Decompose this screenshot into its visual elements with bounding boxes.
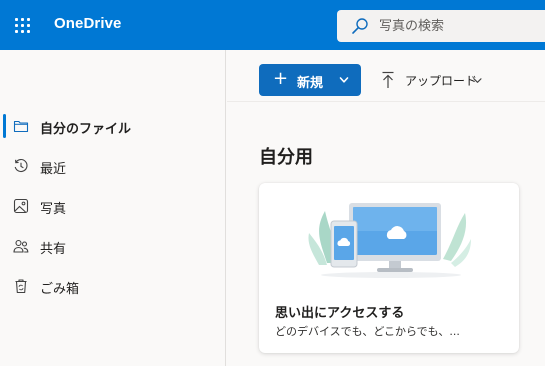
upload-button-label: アップロード bbox=[405, 74, 478, 88]
new-button-label: 新規 bbox=[297, 76, 324, 91]
card-title: 思い出にアクセスする bbox=[275, 306, 405, 321]
sidebar-item-my-files[interactable]: 自分のファイル bbox=[0, 111, 226, 141]
search-box[interactable] bbox=[337, 10, 545, 42]
sidebar-item-label: 最近 bbox=[40, 162, 67, 177]
app-title[interactable]: OneDrive bbox=[54, 15, 122, 32]
people-icon bbox=[13, 239, 29, 253]
app-launcher-icon[interactable] bbox=[10, 13, 34, 37]
chevron-down-icon bbox=[339, 77, 349, 83]
chevron-down-icon bbox=[473, 78, 482, 83]
sidebar-item-recycle-bin[interactable]: ごみ箱 bbox=[0, 271, 226, 301]
upload-icon bbox=[382, 71, 394, 88]
command-bar: + 新規 アップロード bbox=[227, 50, 545, 102]
sidebar-item-photos[interactable]: 写真 bbox=[0, 191, 226, 221]
top-bar: OneDrive bbox=[0, 0, 545, 50]
left-navigation: 自分のファイル 最近 写真 共有 ごみ箱 bbox=[0, 50, 226, 366]
main-content: + 新規 アップロード 自分用 思い出にアクセスする どのデバイスでも、どこから… bbox=[227, 50, 545, 366]
sidebar-item-recent[interactable]: 最近 bbox=[0, 151, 226, 181]
memories-card[interactable]: 思い出にアクセスする どのデバイスでも、どこからでも、... bbox=[259, 183, 519, 353]
search-input[interactable] bbox=[379, 10, 539, 42]
recycle-bin-icon bbox=[15, 279, 27, 294]
devices-illustration bbox=[308, 203, 471, 278]
card-subtitle: どのデバイスでも、どこからでも、... bbox=[275, 325, 460, 338]
sidebar-item-label: 共有 bbox=[40, 242, 67, 257]
plus-icon: + bbox=[273, 68, 289, 89]
sidebar-item-label: 写真 bbox=[40, 202, 67, 217]
section-title: 自分用 bbox=[259, 147, 313, 168]
search-icon bbox=[352, 18, 368, 34]
history-icon bbox=[14, 158, 28, 173]
photo-icon bbox=[13, 198, 29, 214]
sidebar-item-label: 自分のファイル bbox=[40, 122, 132, 137]
selection-indicator bbox=[3, 114, 6, 138]
new-button[interactable]: + 新規 bbox=[259, 64, 361, 96]
sidebar-item-shared[interactable]: 共有 bbox=[0, 231, 226, 261]
folder-icon bbox=[13, 120, 29, 133]
sidebar-item-label: ごみ箱 bbox=[40, 282, 80, 297]
upload-button[interactable]: アップロード bbox=[379, 64, 489, 96]
